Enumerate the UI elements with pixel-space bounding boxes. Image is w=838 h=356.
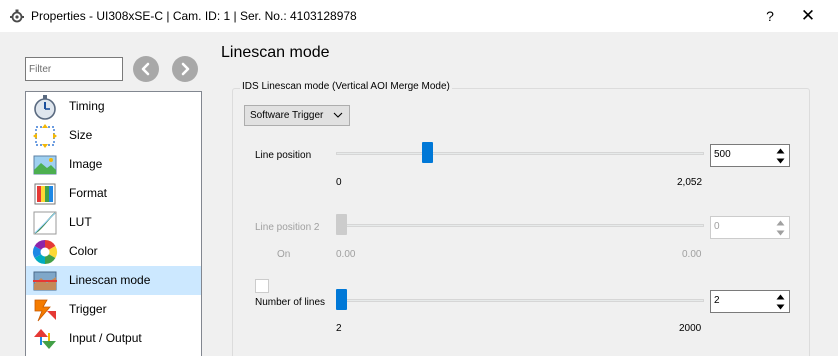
dialog-body: Timing Size Image Fo [0,32,838,356]
number-of-lines-min: 2 [336,323,342,334]
tree-item-input-output[interactable]: Input / Output [26,324,201,353]
line-position-2-slider[interactable] [336,224,704,227]
color-wheel-icon [32,240,58,264]
triangle-up-icon [776,294,785,299]
number-of-lines-slider[interactable] [336,299,704,302]
tree-item-image[interactable]: Image [26,150,201,179]
help-button[interactable]: ? [760,6,780,26]
tree-item-format[interactable]: Format [26,179,201,208]
triangle-up-icon [776,148,785,153]
line-position-slider-thumb[interactable] [422,142,433,163]
category-tree: Timing Size Image Format LUT Color Lines… [25,91,202,356]
triangle-down-icon [776,304,785,309]
camera-settings-icon [10,9,24,23]
tree-item-trigger[interactable]: Trigger [26,295,201,324]
spinbox-value: 0 [714,221,720,232]
line-position-2-spinbox[interactable]: 0 [710,216,790,239]
arrow-left-icon [141,62,150,76]
combo-value: Software Trigger [250,110,324,121]
chevron-down-icon [333,112,343,118]
tree-item-label: Trigger [69,302,107,316]
spinbox-value: 2 [714,295,720,306]
window-title: Properties - UI308xSE-C | Cam. ID: 1 | S… [31,9,357,23]
title-bar: Properties - UI308xSE-C | Cam. ID: 1 | S… [0,0,838,32]
groupbox-title: IDS Linescan mode (Vertical AOI Merge Mo… [240,81,452,92]
input-output-icon [34,329,56,349]
line-position-label: Line position [255,150,312,161]
resize-icon [33,124,57,148]
back-button[interactable] [133,56,159,82]
tree-item-label: Size [69,128,93,142]
tree-item-label: Format [69,186,108,200]
linescan-icon [33,271,57,291]
spin-down-button[interactable] [773,156,788,165]
page-title: Linescan mode [221,44,330,61]
tree-item-label: Color [69,244,98,258]
trigger-mode-combo[interactable]: Software Trigger [244,105,350,126]
spin-down-button[interactable] [773,302,788,311]
spin-down-button[interactable] [773,228,788,237]
tree-item-lut[interactable]: LUT [26,208,201,237]
line-position-min: 0 [336,177,342,188]
line-position-2-label: Line position 2 [255,222,320,233]
line-position-2-min: 0.00 [336,249,356,260]
triangle-up-icon [776,220,785,225]
line-position-slider[interactable] [336,152,704,155]
line-position-2-max: 0.00 [682,249,702,260]
triangle-down-icon [776,158,785,163]
tree-item-color[interactable]: Color [26,237,201,266]
spin-up-button[interactable] [773,292,788,301]
tree-item-label: Linescan mode [69,273,151,287]
tree-item-label: Timing [69,99,105,113]
lut-curve-icon [33,211,57,235]
line-position-2-slider-thumb[interactable] [336,214,347,235]
number-of-lines-label: Number of lines [255,297,326,308]
number-of-lines-slider-thumb[interactable] [336,289,347,310]
image-icon [33,155,57,175]
tree-item-label: Image [69,157,103,171]
line-position-spinbox[interactable]: 500 [710,144,790,167]
filter-input[interactable] [25,57,123,81]
triangle-down-icon [776,230,785,235]
spin-up-button[interactable] [773,146,788,155]
tree-item-timing[interactable]: Timing [26,92,201,121]
on-label: On [277,249,291,260]
stopwatch-icon [34,95,56,120]
tree-item-linescan-mode[interactable]: Linescan mode [26,266,201,295]
close-button[interactable]: ✕ [797,5,819,27]
number-of-lines-spinbox[interactable]: 2 [710,290,790,313]
line-position-max: 2,052 [677,177,703,188]
tree-item-label: LUT [69,215,92,229]
spinbox-value: 500 [714,149,731,160]
tree-item-label: Input / Output [69,331,142,345]
number-of-lines-max: 2000 [679,323,702,334]
format-icon [34,183,56,205]
spin-up-button[interactable] [773,218,788,227]
line-position-2-on-checkbox[interactable] [255,279,269,293]
tree-item-size[interactable]: Size [26,121,201,150]
forward-button[interactable] [172,56,198,82]
arrow-right-icon [181,62,190,76]
trigger-icon [34,299,56,322]
